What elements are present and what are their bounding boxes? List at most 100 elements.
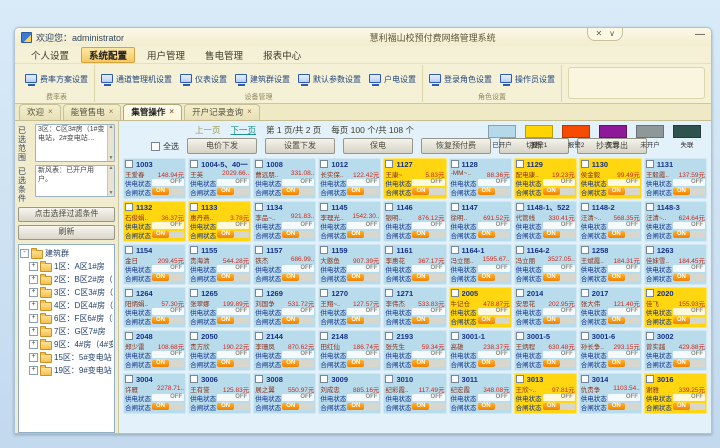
tree-item-4[interactable]: +4区：D区4#房（D区 [20,299,113,312]
supply-off-toggle[interactable]: OFF [282,222,314,229]
card-checkbox[interactable] [581,289,589,297]
supply-off-toggle[interactable]: OFF [152,222,184,229]
switch-on-toggle[interactable]: ON [543,231,575,238]
ribbon-button[interactable]: 操作员设置 [500,74,555,86]
card-checkbox[interactable] [516,332,524,340]
close-icon[interactable]: ✕ [595,28,602,39]
supply-off-toggle[interactable]: OFF [217,265,249,272]
switch-on-toggle[interactable]: ON [608,360,640,367]
expand-icon[interactable]: + [29,314,38,323]
switch-on-toggle[interactable]: ON [608,274,640,281]
card-checkbox[interactable] [646,375,654,383]
switch-on-toggle[interactable]: ON [217,403,249,410]
card-checkbox[interactable] [516,246,524,254]
room-card[interactable]: 1164-1冯立丽..1595.67..供电状态OFF合闸状态ON [449,244,512,285]
room-card[interactable]: 1145李理光..1542.30..供电状态OFF合闸状态ON [318,201,381,242]
room-card[interactable]: 3010纪彩霞..117.49元供电状态OFF合闸状态ON [383,373,446,414]
expand-icon[interactable]: + [29,262,38,271]
supply-off-toggle[interactable]: OFF [282,265,314,272]
expand-icon[interactable]: + [29,275,38,284]
toolbar-button-3[interactable]: 保电 [343,138,413,154]
tab-1[interactable]: 欢迎× [19,104,61,120]
card-checkbox[interactable] [516,289,524,297]
card-checkbox[interactable] [125,332,133,340]
supply-off-toggle[interactable]: OFF [217,222,249,229]
switch-on-toggle[interactable]: ON [543,360,575,367]
room-card[interactable]: 1271李伟杰533.83元供电状态OFF合闸状态ON [383,287,446,328]
room-card[interactable]: 1146银明..876.12元供电状态OFF合闸状态ON [383,201,446,242]
switch-on-toggle[interactable]: ON [543,274,575,281]
tree-item-8[interactable]: +15区：5#变电站（3#变 [20,351,113,364]
room-card[interactable]: 3004许雁2278.71..供电状态OFF合闸状态ON [123,373,186,414]
room-card[interactable]: 1258王斌霞..184.31元供电状态OFF合闸状态ON [579,244,642,285]
switch-on-toggle[interactable]: ON [412,188,444,195]
switch-on-toggle[interactable]: ON [543,317,575,324]
supply-off-toggle[interactable]: OFF [412,351,444,358]
scrollbar[interactable]: ▲▼ [107,125,114,161]
room-card[interactable]: 2005牛记仓478.87元供电状态OFF合闸状态ON [449,287,512,328]
room-card[interactable]: 1270王翔~..127.57元供电状态OFF合闸状态ON [318,287,381,328]
tab-close-icon[interactable]: × [48,108,53,116]
room-card[interactable]: 1134李品~..921.83..供电状态OFF合闸状态ON [253,201,316,242]
switch-on-toggle[interactable]: ON [412,403,444,410]
card-checkbox[interactable] [125,246,133,254]
card-checkbox[interactable] [646,160,654,168]
supply-off-toggle[interactable]: OFF [152,394,184,401]
switch-on-toggle[interactable]: ON [152,274,184,281]
chevron-down-icon[interactable]: ∨ [609,28,615,39]
switch-on-toggle[interactable]: ON [673,360,705,367]
switch-on-toggle[interactable]: ON [347,231,379,238]
card-checkbox[interactable] [320,160,328,168]
menu-item-5[interactable]: 报表中心 [255,47,309,63]
supply-off-toggle[interactable]: OFF [347,308,379,315]
room-card[interactable]: 1147徐明..691.52元供电状态OFF合闸状态ON [449,201,512,242]
card-checkbox[interactable] [190,332,198,340]
room-card[interactable]: 1128-MM~..88.36元供电状态OFF合闸状态ON [449,158,512,199]
switch-on-toggle[interactable]: ON [217,360,249,367]
supply-off-toggle[interactable]: OFF [347,394,379,401]
supply-off-toggle[interactable]: OFF [412,179,444,186]
tree-item-2[interactable]: +2区：B区2#房（ [20,273,113,286]
switch-on-toggle[interactable]: ON [608,188,640,195]
room-card[interactable]: 1265张翠娜199.89元供电状态OFF合闸状态ON [188,287,251,328]
room-card[interactable]: 1004-5、40一王英2029.66..供电状态OFF合闸状态ON [188,158,251,199]
toolbar-button-2[interactable]: 设置下发 [265,138,335,154]
supply-off-toggle[interactable]: OFF [478,351,510,358]
supply-off-toggle[interactable]: OFF [673,308,705,315]
select-all-checkbox[interactable] [151,142,160,151]
supply-off-toggle[interactable]: OFF [478,265,510,272]
switch-on-toggle[interactable]: ON [478,188,510,195]
switch-on-toggle[interactable]: ON [608,403,640,410]
supply-off-toggle[interactable]: OFF [673,179,705,186]
card-checkbox[interactable] [190,375,198,383]
supply-off-toggle[interactable]: OFF [347,179,379,186]
expand-icon[interactable]: + [29,301,38,310]
room-card[interactable]: 1148-2汪清~..568.35元供电状态OFF合闸状态ON [579,201,642,242]
ribbon-button[interactable]: 登录角色设置 [429,74,492,86]
supply-off-toggle[interactable]: OFF [412,394,444,401]
room-card[interactable]: 3001-6孙长争..293.15元供电状态OFF合闸状态ON [579,330,642,371]
switch-on-toggle[interactable]: ON [152,360,184,367]
supply-off-toggle[interactable]: OFF [412,265,444,272]
room-card[interactable]: 1131王毅霞..137.59元供电状态OFF合闸状态ON [644,158,707,199]
switch-on-toggle[interactable]: ON [217,188,249,195]
switch-on-toggle[interactable]: ON [217,274,249,281]
card-checkbox[interactable] [385,289,393,297]
supply-off-toggle[interactable]: OFF [543,351,575,358]
card-checkbox[interactable] [646,246,654,254]
tree-item-6[interactable]: +7区：G区7#房 [20,325,113,338]
room-card[interactable]: 1155贵海清544.28元供电状态OFF合闸状态ON [188,244,251,285]
refresh-button[interactable]: 刷新 [18,225,115,240]
supply-off-toggle[interactable]: OFF [673,222,705,229]
switch-on-toggle[interactable]: ON [412,274,444,281]
card-checkbox[interactable] [385,203,393,211]
ribbon-button[interactable]: 默认参数设置 [298,74,361,86]
room-card[interactable]: 2020佳飞155.93元供电状态OFF合闸状态ON [644,287,707,328]
room-card[interactable]: 1157铁杰686.99..供电状态OFF合闸状态ON [253,244,316,285]
card-checkbox[interactable] [385,160,393,168]
supply-off-toggle[interactable]: OFF [478,308,510,315]
card-checkbox[interactable] [320,203,328,211]
card-checkbox[interactable] [190,246,198,254]
switch-on-toggle[interactable]: ON [673,231,705,238]
room-card[interactable]: 2048郑少雷108.68元供电状态OFF合闸状态ON [123,330,186,371]
